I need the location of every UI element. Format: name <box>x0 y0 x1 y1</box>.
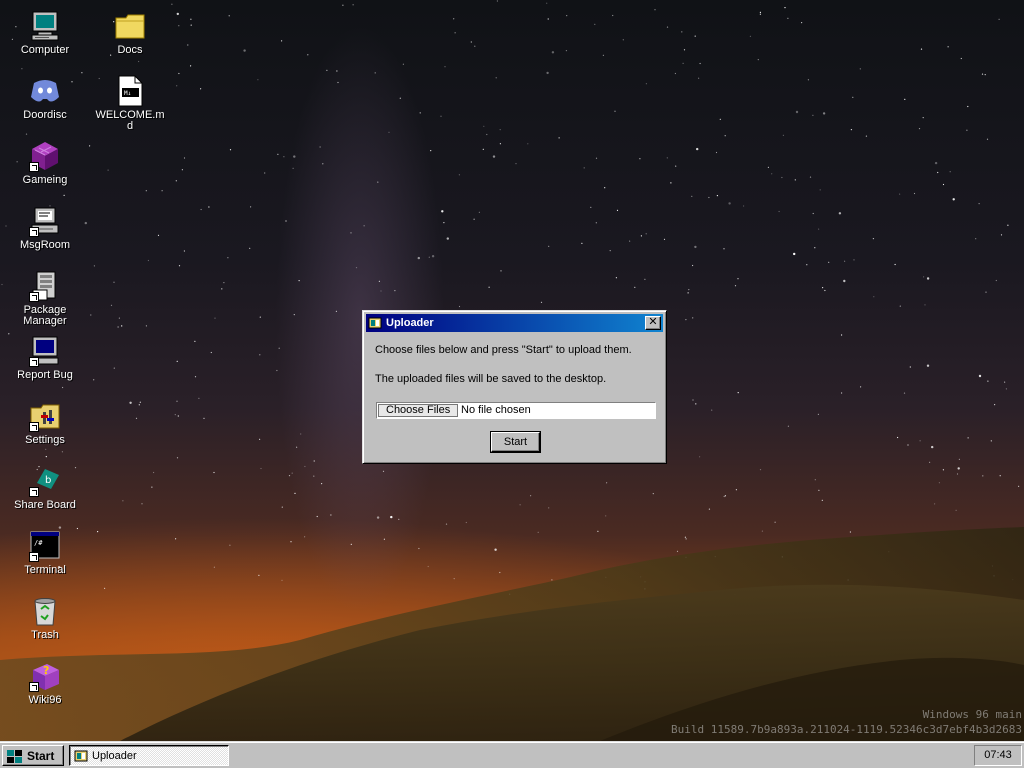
file-status-text: No file chosen <box>461 404 531 416</box>
desktop-icon-label: WELCOME.md <box>95 109 165 132</box>
window-title: Uploader <box>386 317 434 329</box>
desktop-icon-label: Wiki96 <box>28 694 62 706</box>
uploader-app-icon <box>368 316 382 333</box>
desktop-icon-label: Settings <box>25 434 65 446</box>
terminal-icon: /# <box>29 530 61 562</box>
desktop-icon-label: Terminal <box>24 564 66 576</box>
svg-text:M↓: M↓ <box>124 90 131 97</box>
desktop-icon-welcome-md[interactable]: M↓ WELCOME.md <box>93 75 167 132</box>
desktop-icon-settings[interactable]: Settings <box>8 400 82 446</box>
markdown-file-icon: M↓ <box>114 75 146 107</box>
taskbar: Start Uploader 07:43 <box>0 741 1024 768</box>
shortcut-arrow-icon <box>29 227 39 237</box>
start-upload-button[interactable]: Start <box>491 432 540 452</box>
shortcut-arrow-icon <box>29 487 39 497</box>
desktop-icon-label: Package Manager <box>23 304 67 327</box>
desktop-icon-terminal[interactable]: /# Terminal <box>8 530 82 576</box>
folder-icon <box>114 10 146 42</box>
desktop-icon-gameing[interactable]: Gameing <box>8 140 82 186</box>
desktop-icon-share-board[interactable]: b Share Board <box>8 465 82 511</box>
build-watermark-version: Build 11589.7b9a893a.211024-1119.52346c3… <box>671 723 1022 736</box>
choose-files-button[interactable]: Choose Files <box>378 404 459 417</box>
svg-text:b: b <box>45 475 51 486</box>
start-label: Start <box>27 749 55 763</box>
desktop-icon-computer[interactable]: Computer <box>8 10 82 56</box>
shortcut-arrow-icon <box>29 422 39 432</box>
window-body: Choose files below and press "Start" to … <box>375 344 656 452</box>
desktop-icon-docs[interactable]: Docs <box>93 10 167 56</box>
desktop-icon-label: MsgRoom <box>19 239 71 251</box>
report-bug-icon <box>29 335 61 367</box>
chat-app-icon <box>29 75 61 107</box>
desktop-icon-label: Doordisc <box>23 109 67 121</box>
recycle-bin-icon <box>29 595 61 627</box>
windows-logo-icon <box>6 749 24 768</box>
desktop-icon-doordisc[interactable]: Doordisc <box>8 75 82 121</box>
shortcut-arrow-icon <box>29 682 39 692</box>
start-button[interactable]: Start <box>2 745 64 766</box>
desktop-icon-trash[interactable]: Trash <box>8 595 82 641</box>
uploader-app-icon <box>74 749 88 766</box>
svg-text:?: ? <box>43 664 49 677</box>
message-room-icon <box>29 205 61 237</box>
settings-folder-icon <box>29 400 61 432</box>
shortcut-arrow-icon <box>29 162 39 172</box>
taskbar-item-label: Uploader <box>92 750 137 762</box>
desktop-icon-package-manager[interactable]: Package Manager <box>8 270 82 327</box>
computer-icon <box>29 10 61 42</box>
build-watermark-title: Windows 96 main <box>922 708 1022 721</box>
instruction-text: Choose files below and press "Start" to … <box>375 344 632 356</box>
desktop-icon-report-bug[interactable]: Report Bug <box>8 335 82 381</box>
file-input[interactable]: Choose Files No file chosen <box>376 402 656 419</box>
desktop-icon-label: Docs <box>117 44 143 56</box>
game-cube-icon <box>29 140 61 172</box>
desktop-icon-label: Gameing <box>22 174 68 186</box>
window-titlebar[interactable]: Uploader ✕ <box>366 314 663 332</box>
shortcut-arrow-icon <box>29 292 39 302</box>
desktop-icon-label: Report Bug <box>17 369 73 381</box>
help-book-icon: ? <box>29 660 61 692</box>
share-board-icon: b <box>29 465 61 497</box>
close-button[interactable]: ✕ <box>645 316 661 330</box>
desktop-icon-label: Trash <box>31 629 59 641</box>
desktop-icon-msgroom[interactable]: MsgRoom <box>8 205 82 251</box>
desktop-icon-label: Share Board <box>14 499 76 511</box>
desktop-icon-label: Computer <box>20 44 70 56</box>
taskbar-item-uploader[interactable]: Uploader <box>69 745 229 766</box>
shortcut-arrow-icon <box>29 552 39 562</box>
save-location-text: The uploaded files will be saved to the … <box>375 373 607 385</box>
uploader-window[interactable]: Uploader ✕ Choose files below and press … <box>362 310 667 464</box>
shortcut-arrow-icon <box>29 357 39 367</box>
svg-text:/#: /# <box>34 539 43 547</box>
desktop-icon-wiki96[interactable]: ? Wiki96 <box>8 660 82 706</box>
package-manager-icon <box>29 270 61 302</box>
system-tray-clock[interactable]: 07:43 <box>974 745 1022 766</box>
